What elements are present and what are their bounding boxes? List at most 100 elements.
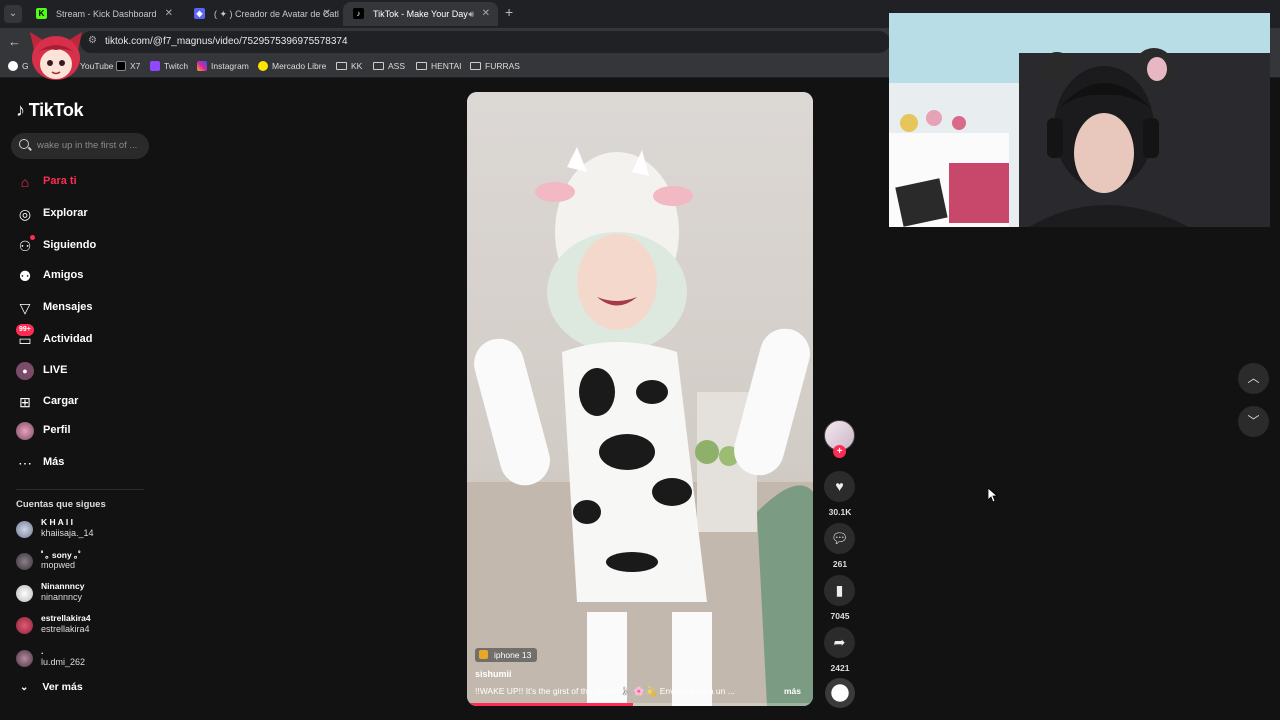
video-progress-fill bbox=[467, 703, 634, 706]
nav-para-ti[interactable]: ⌂ Para ti bbox=[16, 172, 146, 192]
stream-mascot-overlay bbox=[30, 32, 82, 80]
video-frame bbox=[467, 92, 813, 706]
nav-siguiendo[interactable]: ⚇ Siguiendo bbox=[16, 235, 146, 256]
speaker-icon[interactable]: 🔊︎ bbox=[468, 2, 474, 26]
avatar bbox=[16, 521, 33, 538]
video-progress-track[interactable] bbox=[467, 703, 813, 706]
comment-icon: 💬︎ bbox=[830, 530, 849, 546]
next-video-button[interactable]: ﹀ bbox=[1238, 406, 1269, 437]
activity-badge: 99+ bbox=[16, 324, 34, 336]
nav-actividad[interactable]: ▭ 99+ Actividad bbox=[16, 324, 146, 350]
live-icon: ● bbox=[16, 362, 34, 380]
site-info-icon[interactable]: ⚙ bbox=[88, 35, 97, 46]
see-more-button[interactable]: ⌄ Ver más bbox=[20, 681, 83, 693]
omnibox[interactable]: ⚙ tiktok.com/@f7_magnus/video/7529575396… bbox=[80, 31, 890, 53]
tab-search-button[interactable]: ⌄ bbox=[4, 5, 22, 23]
tiktok-sidebar: ♪ TikTok wake up in the first of ... ⌂ Pa… bbox=[0, 80, 160, 720]
music-disc-icon[interactable] bbox=[825, 678, 855, 708]
instagram-icon bbox=[197, 61, 207, 71]
mercado-libre-icon bbox=[258, 61, 268, 71]
avatar bbox=[16, 617, 33, 634]
more-icon: ⋯ bbox=[18, 455, 32, 471]
chevron-down-icon: ﹀ bbox=[1247, 414, 1260, 428]
following-section-title: Cuentas que sigues bbox=[16, 499, 106, 510]
bookmark-folder-hentai[interactable]: HENTAI bbox=[416, 61, 462, 71]
video-player[interactable]: iphone 13 sishumii !!WAKE UP!! It's the … bbox=[467, 92, 813, 706]
search-placeholder: wake up in the first of ... bbox=[37, 140, 138, 151]
sidebar-divider bbox=[16, 489, 144, 490]
following-account[interactable]: Ninannncy ninannncy bbox=[16, 581, 146, 605]
comment-count: 261 bbox=[832, 559, 848, 569]
tab-title: Stream - Kick Dashboard bbox=[56, 9, 157, 19]
like-button[interactable]: ♥ bbox=[824, 471, 855, 502]
video-username[interactable]: sishumii bbox=[475, 669, 512, 679]
share-button[interactable]: ➦ bbox=[824, 627, 855, 658]
bookmark-folder-kk[interactable]: KK bbox=[336, 61, 362, 71]
folder-icon bbox=[416, 62, 427, 70]
nav-live[interactable]: ● LIVE bbox=[16, 361, 146, 381]
bookmark-mercado-libre[interactable]: Mercado Libre bbox=[258, 61, 326, 71]
save-button[interactable]: ▮ bbox=[824, 575, 855, 606]
bookmark-folder-ass[interactable]: ASS bbox=[373, 61, 405, 71]
close-tab-icon[interactable]: ✕ bbox=[323, 2, 331, 26]
compass-icon: ◎ bbox=[18, 206, 32, 222]
url-text: tiktok.com/@f7_magnus/video/752957539697… bbox=[105, 36, 348, 47]
video-actions: + ♥ 30.1K 💬︎ 261 ▮ 7045 ➦ 2421 bbox=[822, 420, 858, 720]
home-icon: ⌂ bbox=[20, 174, 30, 190]
bookmark-folder-furras[interactable]: FURRAS bbox=[470, 61, 520, 71]
previous-video-button[interactable]: ︿ bbox=[1238, 363, 1269, 394]
following-account[interactable]: . lu.dmi_262 bbox=[16, 646, 146, 670]
tiktok-icon: ♪ bbox=[353, 8, 364, 19]
nav-explorar[interactable]: ◎ Explorar bbox=[16, 204, 146, 224]
tab-avatar-creator[interactable]: ◈ ( ✦ ) Creador de Avatar de Catl ✕ bbox=[184, 2, 339, 26]
avatar bbox=[16, 650, 33, 667]
tab-title: ( ✦ ) Creador de Avatar de Catl bbox=[214, 9, 339, 19]
tab-kick-dashboard[interactable]: K Stream - Kick Dashboard ✕ bbox=[26, 2, 181, 26]
tiktok-logo[interactable]: ♪ TikTok bbox=[16, 100, 84, 121]
follow-plus-icon[interactable]: + bbox=[833, 445, 846, 458]
following-account[interactable]: ﾟ｡ sony ｡ﾟ mopwed bbox=[16, 549, 146, 573]
close-tab-icon[interactable]: ✕ bbox=[165, 2, 173, 26]
chevron-down-icon: ⌄ bbox=[20, 682, 29, 693]
notification-dot bbox=[30, 235, 35, 240]
bookmark-twitch[interactable]: Twitch bbox=[150, 61, 188, 71]
share-count: 2421 bbox=[830, 663, 850, 673]
nav-amigos[interactable]: ⚉ Amigos bbox=[16, 266, 146, 286]
back-arrow-icon[interactable]: ← bbox=[8, 34, 21, 49]
nav-perfil[interactable]: Perfil bbox=[16, 421, 146, 441]
nav-cargar[interactable]: ⊞ Cargar bbox=[16, 392, 146, 412]
nav-mas[interactable]: ⋯ Más bbox=[16, 453, 146, 473]
avatar bbox=[16, 553, 33, 570]
avatar-creator-icon: ◈ bbox=[194, 8, 205, 19]
search-input[interactable]: wake up in the first of ... bbox=[11, 133, 149, 159]
caption-more-link[interactable]: más bbox=[784, 686, 801, 696]
close-tab-icon[interactable]: ✕ bbox=[482, 2, 490, 26]
mouse-cursor-icon bbox=[988, 488, 998, 502]
twitch-icon bbox=[150, 61, 160, 71]
share-icon: ➦ bbox=[833, 634, 846, 650]
tiktok-note-icon: ♪ bbox=[16, 100, 25, 120]
like-count: 30.1K bbox=[828, 507, 852, 517]
tab-tiktok[interactable]: ♪ TikTok - Make Your Day 🔊︎ ✕ bbox=[343, 2, 498, 26]
heart-icon: ♥ bbox=[835, 478, 844, 494]
following-account[interactable]: K H A I I khaiisaja._14 bbox=[16, 517, 146, 541]
messages-icon: ▽ bbox=[19, 300, 31, 316]
x-icon bbox=[116, 61, 126, 71]
device-icon bbox=[479, 650, 488, 659]
folder-icon bbox=[336, 62, 347, 70]
streamer-webcam-overlay bbox=[889, 13, 1270, 227]
bookmark-instagram[interactable]: Instagram bbox=[197, 61, 249, 71]
bookmark-x[interactable]: X7 bbox=[116, 61, 140, 71]
new-tab-button[interactable]: + bbox=[505, 4, 513, 20]
tab-title: TikTok - Make Your Day bbox=[373, 9, 468, 19]
nav-mensajes[interactable]: ▽ Mensajes bbox=[16, 298, 146, 318]
profile-icon bbox=[16, 422, 34, 440]
search-icon bbox=[19, 139, 29, 149]
bookmark-icon: ▮ bbox=[835, 582, 844, 598]
kick-icon: K bbox=[36, 8, 47, 19]
following-account[interactable]: estrellakira4 estrellakira4 bbox=[16, 613, 146, 637]
avatar bbox=[16, 585, 33, 602]
comment-button[interactable]: 💬︎ bbox=[824, 523, 855, 554]
screen: ⌄ K Stream - Kick Dashboard ✕ ◈ ( ✦ ) Cr… bbox=[0, 0, 1280, 720]
folder-icon bbox=[470, 62, 481, 70]
